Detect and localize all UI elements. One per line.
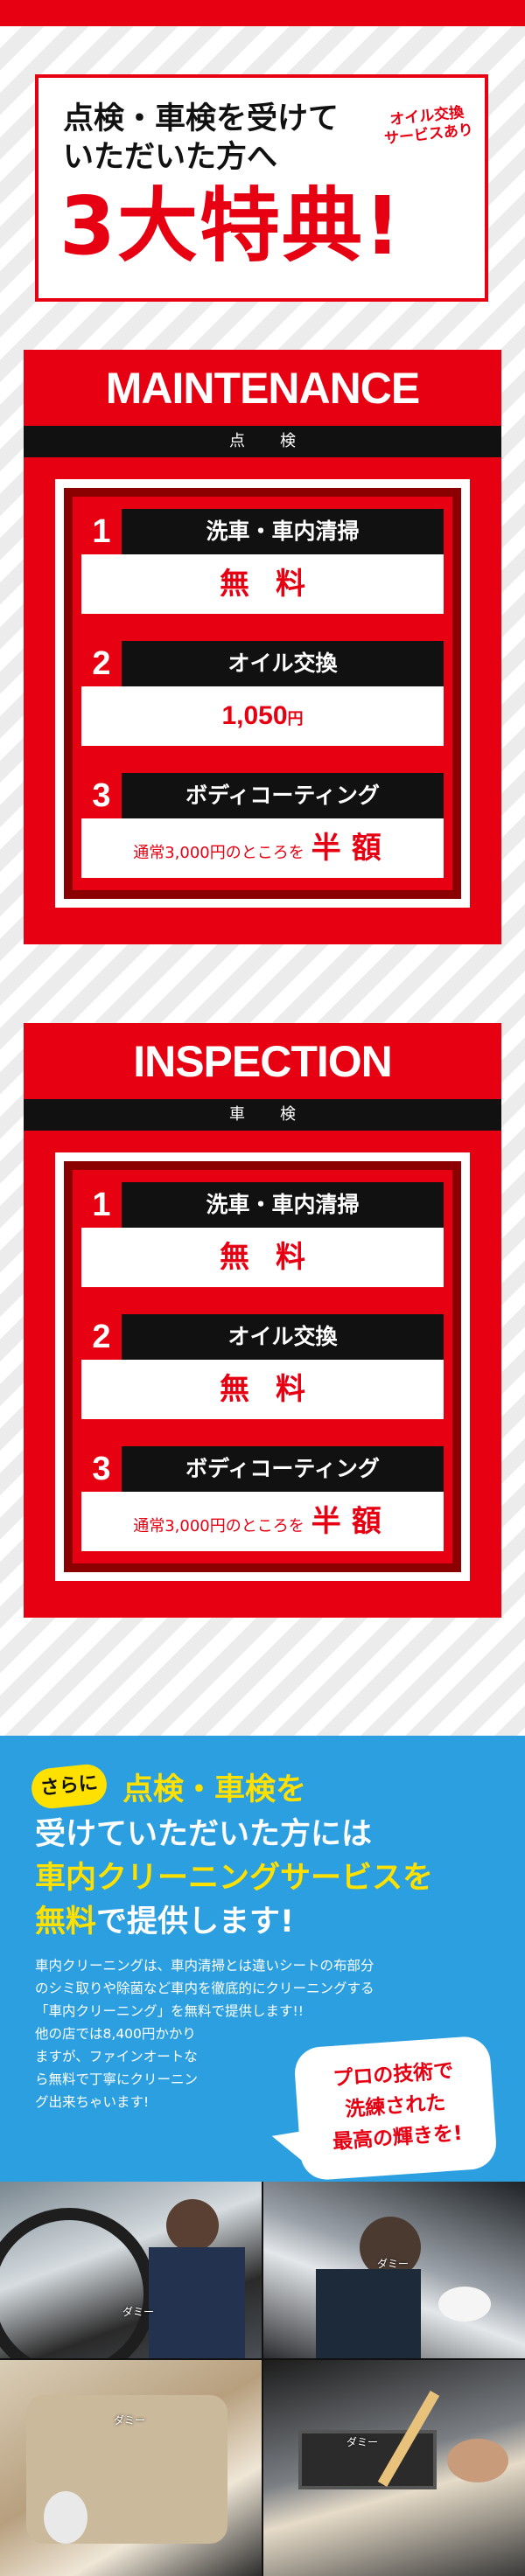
maintenance-subtitle: 点検 [24, 426, 501, 457]
cleaning-heading-1: 点検・車検を [122, 1772, 307, 1807]
additionally-badge: さらに [29, 1762, 109, 1811]
steering-wheel-shape [0, 2208, 156, 2358]
regular-price-note: 通常3,000円のところを [133, 844, 304, 862]
cloth-shape [438, 2287, 491, 2322]
oil-service-note: オイル交換 サービスあり [369, 101, 486, 150]
hand-shape [447, 2439, 508, 2482]
price-amount: 1,050 [221, 701, 288, 730]
photo-seat-spray: ダミー [0, 2360, 262, 2576]
worker-body-shape [149, 2247, 245, 2358]
spray-bottle-shape [44, 2491, 88, 2544]
cleaning-heading-4: 無料で提供します! [35, 1907, 294, 1938]
cleaning-text-6: ら無料で丁寧にクリーニン [35, 2071, 199, 2087]
cleaning-heading-3: 車内クリーニングサービスを [35, 1861, 434, 1896]
free-highlight: 無料 [35, 1904, 97, 1939]
item-header: 1 洗車・車内清掃 [81, 1182, 444, 1228]
pro-callout: プロの技術で 洗練された 最高の輝きを! [292, 2035, 499, 2182]
cleaning-text-2: のシミ取りや除菌など車内を徹底的にクリーニングする [35, 1981, 374, 1996]
inspection-frame-red: 1 洗車・車内清掃 無料 2 オイル交換 無料 3 ボディコーティング 通常3,… [73, 1170, 452, 1563]
photo-steering-vacuum: ダミー [0, 2182, 262, 2358]
item-header: 3 ボディコーティング [81, 773, 444, 818]
hero-box: 点検・車検を受けて いただいた方へ オイル交換 サービスあり 3大特典! [35, 74, 488, 302]
cleaning-text-5: ますが、ファインオートな [35, 2049, 198, 2064]
hero-line-2: いただいた方へ [63, 140, 278, 175]
inspection-item-3: 3 ボディコーティング 通常3,000円のところを 半額 [81, 1446, 444, 1551]
maintenance-card: MAINTENANCE 点検 1 洗車・車内清掃 無料 2 オイル交換 1,05… [24, 350, 501, 944]
cleaning-text-1: 車内クリーニングは、車内清掃とは違いシートの布部分 [35, 1958, 374, 1974]
photo-dashboard-wipe: ダミー [263, 2182, 525, 2358]
maintenance-title: MAINTENANCE [105, 364, 420, 413]
inspection-item-1: 1 洗車・車内清掃 無料 [81, 1182, 444, 1287]
maintenance-frame-red: 1 洗車・車内清掃 無料 2 オイル交換 1,050円 3 ボディコーティング … [73, 497, 452, 890]
item-label: 洗車・車内清掃 [206, 519, 360, 544]
item-label: オイル交換 [228, 651, 338, 676]
item-number: 3 [81, 1446, 122, 1492]
page: 点検・車検を受けて いただいた方へ オイル交換 サービスあり 3大特典! MAI… [0, 0, 525, 2576]
item-value: 無料 [220, 1372, 332, 1407]
dummy-label: ダミー [114, 2414, 146, 2426]
item-header: 1 洗車・車内清掃 [81, 509, 444, 554]
item-header: 2 オイル交換 [81, 641, 444, 686]
inspection-item-2: 2 オイル交換 無料 [81, 1314, 444, 1419]
item-label: 洗車・車内清掃 [206, 1192, 360, 1217]
item-value: 通常3,000円のところを 半額 [81, 818, 444, 878]
dummy-label: ダミー [377, 2258, 410, 2270]
item-label: ボディコーティング [186, 783, 380, 808]
inspection-title: INSPECTION [133, 1037, 393, 1086]
cleaning-heading-2: 受けていただいた方には [35, 1817, 373, 1852]
maintenance-item-3: 3 ボディコーティング 通常3,000円のところを 半額 [81, 773, 444, 878]
half-price: 半額 [311, 1504, 392, 1539]
item-value: 無料 [220, 567, 332, 602]
three-benefits-title: 3大特典! [60, 179, 402, 273]
photo-grid: ダミー ダミー ダミー ダミー [0, 2182, 525, 2576]
item-value: 通常3,000円のところを 半額 [81, 1492, 444, 1551]
cleaning-heading-4-rest: で提供します! [96, 1904, 294, 1939]
cleaning-text-7: グ出来ちゃいます! [35, 2094, 150, 2110]
item-number: 2 [81, 1314, 122, 1360]
item-value: 無料 [220, 1240, 332, 1275]
item-header: 2 オイル交換 [81, 1314, 444, 1360]
photo-vent-brush: ダミー [263, 2360, 525, 2576]
half-price: 半額 [311, 831, 392, 866]
item-number: 3 [81, 773, 122, 818]
inspection-card: INSPECTION 車検 1 洗車・車内清掃 無料 2 オイル交換 無料 3 … [24, 1023, 501, 1618]
item-number: 1 [81, 509, 122, 554]
maintenance-frame-dark: 1 洗車・車内清掃 無料 2 オイル交換 1,050円 3 ボディコーティング … [64, 488, 461, 899]
maintenance-item-1: 1 洗車・車内清掃 無料 [81, 509, 444, 614]
dummy-label: ダミー [346, 2436, 379, 2448]
maintenance-item-2: 2 オイル交換 1,050円 [81, 641, 444, 746]
regular-price-note: 通常3,000円のところを [133, 1517, 304, 1535]
inspection-frame-dark: 1 洗車・車内清掃 無料 2 オイル交換 無料 3 ボディコーティング 通常3,… [64, 1161, 461, 1572]
item-label: ボディコーティング [186, 1456, 380, 1481]
item-number: 1 [81, 1182, 122, 1228]
cleaning-text-3: 「車内クリーニング」を無料で提供します!! [35, 2003, 304, 2019]
inspection-frame: 1 洗車・車内清掃 無料 2 オイル交換 無料 3 ボディコーティング 通常3,… [55, 1152, 470, 1581]
cleaning-text-4: 他の店では8,400円かかり [35, 2026, 196, 2042]
top-bar [0, 0, 525, 26]
worker-body-shape [316, 2269, 421, 2358]
callout-text: プロの技術で 洗練された 最高の輝きを! [294, 2052, 496, 2160]
item-header: 3 ボディコーティング [81, 1446, 444, 1492]
maintenance-frame: 1 洗車・車内清掃 無料 2 オイル交換 1,050円 3 ボディコーティング … [55, 479, 470, 908]
item-label: オイル交換 [228, 1324, 338, 1349]
worker-head-shape [166, 2199, 219, 2252]
inspection-subtitle: 車検 [24, 1099, 501, 1131]
item-value: 1,050円 [81, 686, 444, 746]
item-number: 2 [81, 641, 122, 686]
cleaning-section: さらに 点検・車検を 受けていただいた方には 車内クリーニングサービスを 無料で… [0, 1736, 525, 2182]
price-unit: 円 [287, 710, 304, 728]
dummy-label: ダミー [122, 2306, 155, 2318]
hero-line-1: 点検・車検を受けて [63, 101, 340, 136]
